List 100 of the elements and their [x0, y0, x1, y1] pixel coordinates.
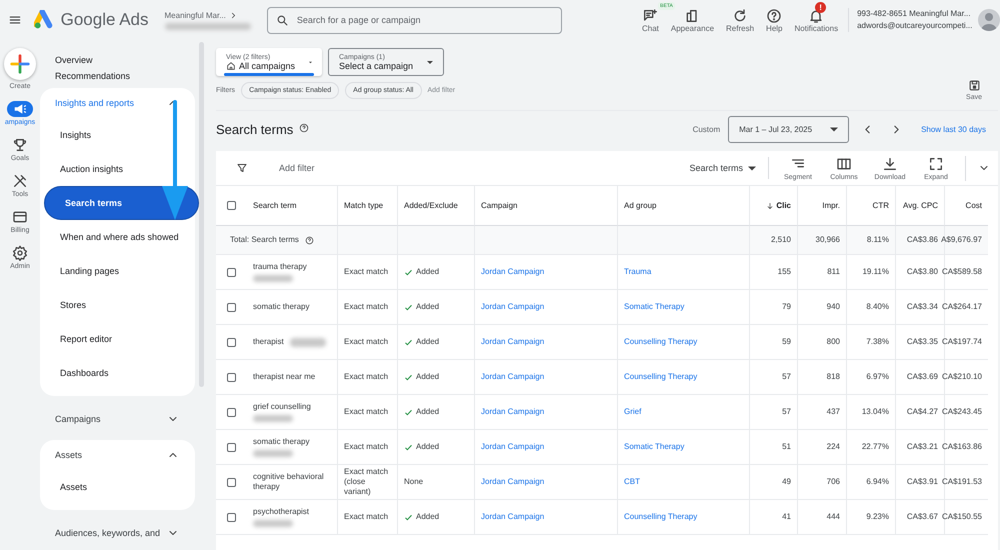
table-cell: 7.38% — [846, 325, 895, 360]
total-cell: 2,510 — [749, 226, 797, 255]
check-icon — [404, 338, 413, 346]
checkbox[interactable] — [227, 268, 236, 276]
table-cell: 9.23% — [846, 500, 895, 535]
report-view-dropdown[interactable]: Search terms — [683, 157, 769, 179]
check-icon — [404, 372, 413, 382]
status-text: Added — [416, 337, 440, 347]
table-cell: 57 — [749, 360, 797, 395]
tools-icon — [12, 173, 28, 189]
dropdown-caret-icon — [748, 166, 756, 170]
nav-item[interactable]: Recommendations — [40, 68, 195, 84]
nav-item[interactable]: Insights — [40, 118, 195, 152]
card-icon — [12, 209, 28, 225]
ad-group-link[interactable]: Somatic Therapy — [624, 302, 684, 312]
scrollbar[interactable] — [199, 42, 204, 387]
ad-group-link[interactable]: Counselling Therapy — [624, 372, 698, 382]
nav-item[interactable]: Assets — [40, 470, 195, 504]
nav-section-header[interactable]: Audiences, keywords, and — [40, 518, 195, 548]
table-cell: 6.94% — [846, 465, 895, 500]
home-icon — [226, 60, 236, 70]
ad-group-link[interactable]: Grief — [624, 407, 642, 417]
checkbox[interactable] — [227, 338, 236, 346]
nav-item[interactable]: Landing pages — [40, 254, 195, 288]
help-icon — [304, 236, 314, 244]
table-cell: 706 — [797, 465, 846, 500]
add-filter-button[interactable]: Add filter — [273, 162, 321, 174]
table-cell: CA$4.27 — [895, 395, 944, 430]
table-cell: Exact match — [337, 255, 397, 290]
date-range-picker[interactable]: Mar 1 – Jul 23, 2025 — [728, 116, 850, 142]
campaign-link[interactable]: Jordan Campaign — [481, 302, 544, 312]
status-text: None — [404, 477, 424, 487]
table-cell: 437 — [797, 395, 846, 430]
nav-item[interactable]: Stores — [40, 288, 195, 322]
search-term: trauma therapy — [253, 262, 307, 272]
table-cell: 59 — [749, 325, 797, 360]
campaign-link[interactable]: Jordan Campaign — [481, 407, 544, 417]
nav-section-header[interactable]: Assets — [40, 440, 195, 470]
blurred-redaction — [253, 275, 293, 282]
toolbar-action[interactable]: Refresh — [726, 8, 754, 32]
check-icon — [404, 512, 413, 522]
search-icon — [276, 14, 289, 26]
nav-item[interactable]: Auction insights — [40, 152, 195, 186]
nav-section-header[interactable]: Campaigns — [40, 404, 195, 434]
avatar[interactable] — [978, 9, 1000, 31]
table-cell: CA$3.91 — [895, 465, 944, 500]
checkbox[interactable] — [227, 408, 236, 416]
checkbox[interactable] — [227, 302, 236, 312]
check-icon — [404, 268, 413, 276]
ad-group-link[interactable]: CBT — [624, 477, 640, 487]
status-text: Added — [416, 372, 440, 382]
account-name[interactable]: Meaningful Mar... — [164, 10, 226, 20]
create-button[interactable] — [4, 48, 36, 80]
status-text: Added — [416, 407, 440, 417]
campaign-link[interactable]: Jordan Campaign — [481, 372, 544, 382]
table-cell: 8.40% — [846, 290, 895, 325]
campaign-link[interactable]: Jordan Campaign — [481, 267, 544, 277]
nav-item[interactable]: Search terms — [44, 186, 199, 220]
table-cell: CA$3.21 — [895, 430, 944, 465]
ad-group-link[interactable]: Trauma — [624, 267, 652, 277]
check-icon — [404, 442, 413, 452]
table-cell: 444 — [797, 500, 846, 535]
checkbox[interactable] — [227, 512, 236, 522]
table-cell: Exact match — [337, 290, 397, 325]
toolbar-action[interactable]: Chat — [642, 8, 659, 32]
search-field[interactable]: Search for a page or campaign — [266, 6, 562, 34]
chat-icon — [642, 8, 658, 24]
campaign-link[interactable]: Jordan Campaign — [481, 512, 544, 522]
campaign-link[interactable]: Jordan Campaign — [481, 442, 544, 452]
campaign-link[interactable]: Jordan Campaign — [481, 337, 544, 347]
show-last-link[interactable]: Show last 30 days — [915, 124, 998, 134]
table-cell: Exact match — [337, 360, 397, 395]
ad-group-link[interactable]: Counselling Therapy — [624, 512, 698, 522]
table-cell: 811 — [797, 255, 846, 290]
toolbar-action[interactable]: Appearance — [670, 8, 714, 32]
check-icon — [404, 408, 413, 416]
checkbox[interactable] — [227, 372, 236, 382]
table-cell: 818 — [797, 360, 846, 395]
check-icon — [404, 302, 413, 312]
checkbox[interactable] — [227, 478, 236, 486]
nav-item[interactable]: Report editor — [40, 322, 195, 356]
search-term: therapist near me — [253, 372, 316, 382]
sort-down-icon — [766, 202, 774, 210]
table-cell: CA$210.10 — [944, 360, 988, 395]
toolbar-action[interactable]: Help — [766, 8, 782, 32]
nav-section-header[interactable]: Insights and reports — [40, 88, 195, 118]
nav-item[interactable]: When and where ads showed — [40, 220, 195, 254]
campaign-link[interactable]: Jordan Campaign — [481, 477, 544, 487]
table-cell: CA$191.53 — [944, 465, 988, 500]
nav-item[interactable]: Overview — [40, 52, 195, 68]
nav-item[interactable]: Dashboards — [40, 356, 195, 390]
ad-group-link[interactable]: Counselling Therapy — [624, 337, 698, 347]
table-cell: CA$3.34 — [895, 290, 944, 325]
ad-group-link[interactable]: Somatic Therapy — [624, 442, 684, 452]
checkbox[interactable] — [227, 442, 236, 452]
table-cell: 19.11% — [846, 255, 895, 290]
checkbox[interactable] — [227, 201, 236, 210]
download-icon — [882, 156, 898, 172]
table-cell: 13.04% — [846, 395, 895, 430]
page-title: Search terms — [216, 122, 294, 136]
